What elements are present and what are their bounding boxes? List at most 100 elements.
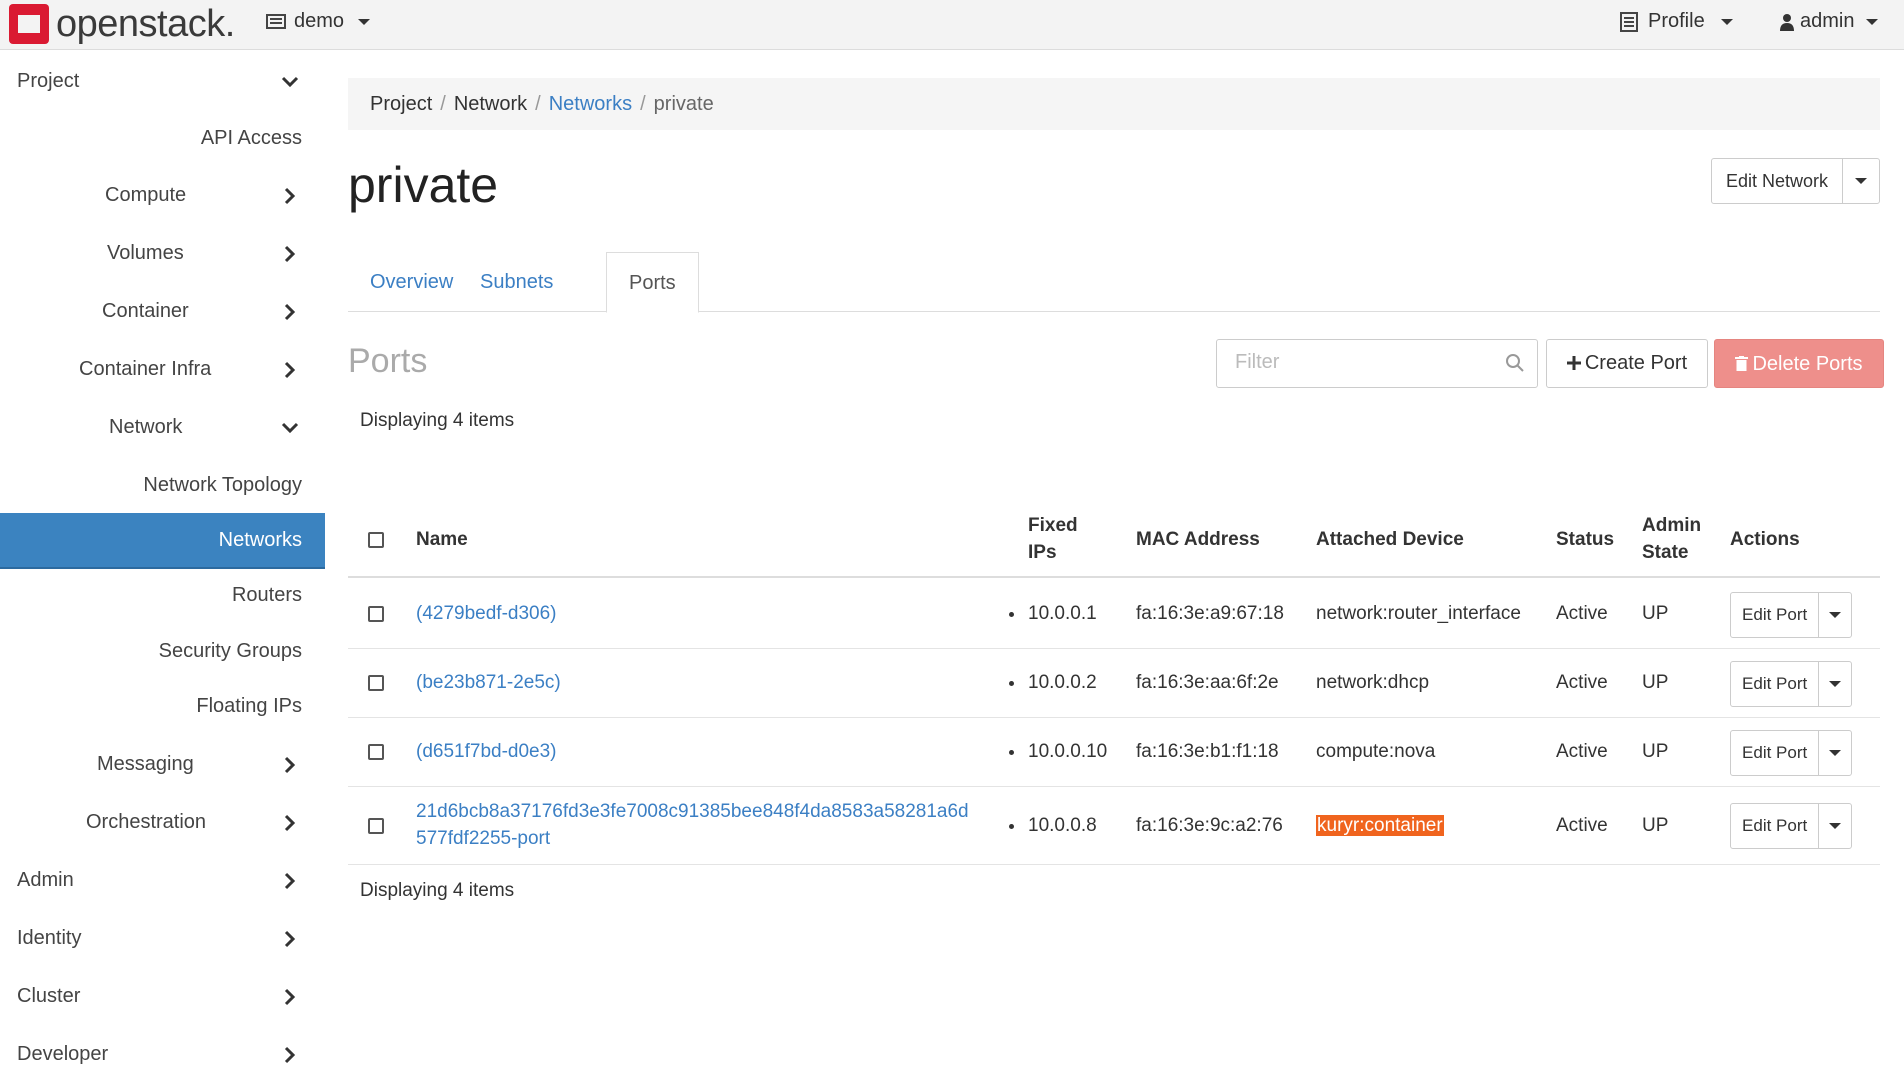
breadcrumb-separator: / [640,93,646,115]
sidebar-item-label: Orchestration [86,811,207,833]
edit-port-dropdown-toggle[interactable] [1819,662,1851,706]
fixed-ip: 10.0.0.1 [1028,603,1097,624]
column-header-mac-address[interactable]: MAC Address [1136,526,1260,553]
sidebar-item-messaging[interactable]: Messaging [0,737,325,793]
displaying-count-bottom: Displaying 4 items [360,880,515,901]
chevron-right-icon [284,245,296,263]
edit-port-button[interactable]: Edit Port [1731,662,1820,706]
row-checkbox[interactable] [368,818,384,834]
sidebar-item-container[interactable]: Container [0,284,325,340]
sidebar-item-networks[interactable]: Networks [0,513,325,569]
admin-state: UP [1642,815,1669,836]
chevron-right-icon [284,872,296,890]
trash-icon [1735,356,1749,371]
chevron-down-icon [1829,750,1842,756]
tab-subnets[interactable]: Subnets [458,252,575,312]
chevron-down-icon [1866,18,1879,25]
edit-network-button-group: Edit Network [1710,158,1880,204]
sidebar-item-identity[interactable]: Identity [0,911,325,967]
sidebar-item-compute[interactable]: Compute [0,168,325,224]
port-name-link[interactable]: (be23b871-2e5c) [416,669,561,696]
port-name-link[interactable]: (4279bedf-d306) [416,600,557,627]
edit-port-button[interactable]: Edit Port [1731,593,1820,637]
column-header-status[interactable]: Status [1556,526,1614,553]
column-header-admin-state-line2: State [1642,542,1689,563]
edit-port-button[interactable]: Edit Port [1731,731,1820,775]
top-navbar: openstack. demo Profile admin [0,0,1904,50]
sidebar-item-cluster[interactable]: Cluster [0,969,325,1025]
filter-input[interactable] [1235,340,1505,385]
project-selector[interactable]: demo [266,10,371,33]
edit-port-dropdown-toggle[interactable] [1819,804,1851,848]
sidebar-item-label: Container [102,300,189,322]
sidebar-item-api-access[interactable]: API Access [0,111,325,167]
breadcrumb-project: Project [370,93,433,115]
sidebar-item-label: Compute [105,184,187,206]
edit-port-dropdown-toggle[interactable] [1819,731,1851,775]
openstack-logo[interactable]: openstack. [8,3,235,45]
breadcrumb-networks-link[interactable]: Networks [549,93,632,115]
column-header-fixed-ips[interactable]: Fixed IPs [1028,512,1078,566]
status: Active [1556,603,1608,624]
row-checkbox[interactable] [368,606,384,622]
chevron-down-icon [281,76,299,88]
user-menu[interactable]: admin [1780,10,1879,33]
port-name-line2: 577fdf2255-port [416,828,551,849]
fixed-ip: 10.0.0.8 [1028,815,1097,836]
sidebar-item-volumes[interactable]: Volumes [0,226,325,282]
table-row: (4279bedf-d306) 10.0.0.1 fa:16:3e:a9:67:… [348,580,1880,649]
sidebar-item-label: Admin [17,869,74,891]
sidebar-item-project[interactable]: Project [0,54,325,110]
sidebar-item-network[interactable]: Network [0,400,325,456]
breadcrumb-network: Network [453,93,528,115]
port-name-link[interactable]: (d651f7bd-d0e3) [416,738,557,765]
column-header-attached-device[interactable]: Attached Device [1316,526,1464,553]
user-label: admin [1800,10,1855,32]
select-all-checkbox[interactable] [368,532,384,548]
list-bullet [1009,681,1014,686]
sidebar-item-label: Routers [231,584,302,606]
admin-state: UP [1642,741,1669,762]
row-checkbox[interactable] [368,675,384,691]
table-header: Name Fixed IPs MAC Address Attached Devi… [348,502,1880,578]
fixed-ip: 10.0.0.2 [1028,672,1097,693]
edit-network-dropdown-toggle[interactable] [1843,159,1879,203]
sidebar-item-routers[interactable]: Routers [0,568,325,624]
create-port-button[interactable]: Create Port [1546,339,1708,388]
sidebar-item-network-topology[interactable]: Network Topology [0,458,325,514]
edit-network-button[interactable]: Edit Network [1712,159,1843,203]
delete-ports-button[interactable]: Delete Ports [1714,339,1884,388]
row-checkbox[interactable] [368,744,384,760]
sidebar-item-container-infra[interactable]: Container Infra [0,342,325,398]
status: Active [1556,741,1608,762]
sidebar-item-label: Volumes [107,242,184,264]
mac-address: fa:16:3e:9c:a2:76 [1136,815,1283,836]
chevron-down-icon [1855,178,1867,184]
sidebar-item-label: Developer [17,1043,109,1065]
column-header-name[interactable]: Name [416,526,468,553]
openstack-logo-icon [9,4,49,44]
edit-port-dropdown-toggle[interactable] [1819,593,1851,637]
profile-menu[interactable]: Profile [1620,10,1733,33]
chevron-down-icon [1829,612,1842,618]
tab-ports[interactable]: Ports [606,252,699,313]
sidebar: Project API Access Compute Volumes Conta… [0,50,325,1070]
sidebar-item-admin[interactable]: Admin [0,853,325,909]
tab-overview[interactable]: Overview [348,252,475,312]
sidebar-item-label: Cluster [17,985,81,1007]
sidebar-item-floating-ips[interactable]: Floating IPs [0,679,325,735]
port-name-line1: 21d6bcb8a37176fd3e3fe7008c91385bee848f4d… [416,801,969,822]
chevron-right-icon [284,361,296,379]
edit-port-button[interactable]: Edit Port [1731,804,1820,848]
sidebar-item-developer[interactable]: Developer [0,1027,325,1083]
sidebar-item-orchestration[interactable]: Orchestration [0,795,325,851]
chevron-right-icon [284,814,296,832]
sidebar-item-security-groups[interactable]: Security Groups [0,624,325,680]
port-name-link[interactable]: 21d6bcb8a37176fd3e3fe7008c91385bee848f4d… [416,798,969,852]
chevron-down-icon [1829,681,1842,687]
attached-device: kuryr:container [1316,812,1444,839]
chevron-down-icon [281,422,299,434]
search-icon[interactable] [1505,353,1525,373]
column-header-admin-state[interactable]: Admin State [1642,512,1701,566]
list-bullet [1009,750,1014,755]
